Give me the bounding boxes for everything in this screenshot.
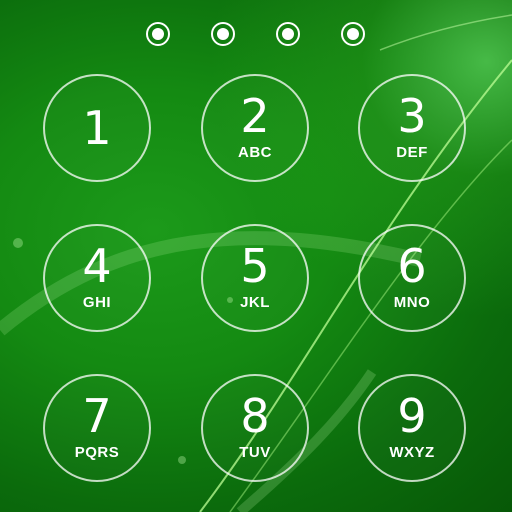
key-digit: 8: [240, 389, 270, 443]
key-digit: 5: [240, 239, 270, 293]
key-digit: 2: [240, 89, 270, 143]
key-letters: GHI: [82, 294, 112, 311]
keypad-key-3[interactable]: 3 DEF: [358, 74, 466, 182]
key-digit: 1: [82, 101, 112, 155]
key-letters: PQRS: [74, 444, 120, 461]
pin-dot-filled: [341, 22, 365, 46]
pin-dot-filled: [146, 22, 170, 46]
keypad-key-2[interactable]: 2 ABC: [201, 74, 309, 182]
key-digit: 6: [397, 239, 427, 293]
key-letters: DEF: [396, 144, 428, 161]
keypad-key-1[interactable]: 1: [43, 74, 151, 182]
key-letters: WXYZ: [389, 444, 435, 461]
keypad-key-7[interactable]: 7 PQRS: [43, 374, 151, 482]
pin-dot-filled: [276, 22, 300, 46]
keypad-key-6[interactable]: 6 MNO: [358, 224, 466, 332]
key-digit: 4: [82, 239, 112, 293]
keypad-key-5[interactable]: 5 JKL: [201, 224, 309, 332]
keypad-key-9[interactable]: 9 WXYZ: [358, 374, 466, 482]
keypad-key-4[interactable]: 4 GHI: [43, 224, 151, 332]
key-letters: TUV: [239, 444, 271, 461]
pin-entry-indicator: [0, 22, 512, 56]
key-letters: ABC: [238, 144, 272, 161]
key-digit: 9: [397, 389, 427, 443]
key-digit: 7: [82, 389, 112, 443]
key-letters: JKL: [240, 294, 270, 311]
pin-dot-filled: [211, 22, 235, 46]
key-letters: MNO: [393, 294, 431, 311]
keypad-key-8[interactable]: 8 TUV: [201, 374, 309, 482]
key-digit: 3: [397, 89, 427, 143]
